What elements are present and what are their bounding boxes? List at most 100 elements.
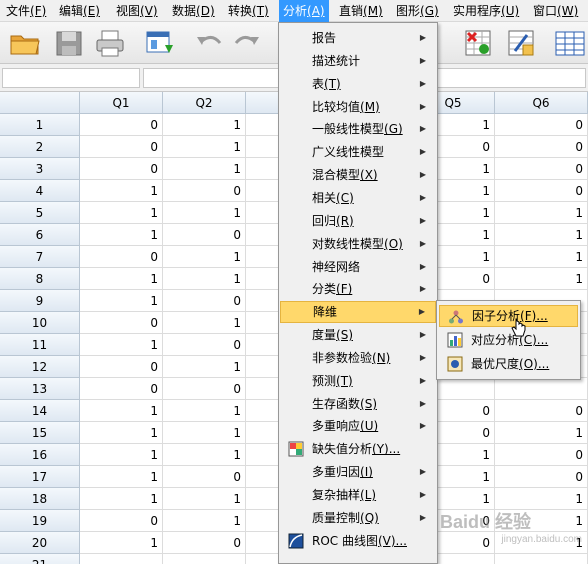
analyze-menu-item[interactable]: 度量(S) ▶ — [280, 324, 436, 346]
grid-cell[interactable]: 1 — [80, 290, 163, 312]
grid-cell[interactable]: 1 — [495, 268, 588, 290]
submenu-item[interactable]: 因子分析(F)... — [439, 305, 578, 327]
grid-cell[interactable]: 1 — [80, 268, 163, 290]
grid-cell[interactable]: 1 — [163, 202, 246, 224]
grid-cell[interactable]: 0 — [495, 114, 588, 136]
menu-analyze[interactable]: 分析(A) — [279, 0, 329, 22]
column-header-q6[interactable]: Q6 — [495, 92, 588, 114]
analyze-menu-item[interactable]: 对数线性模型(O) ▶ — [280, 233, 436, 255]
grid-cell[interactable] — [80, 554, 163, 564]
column-header-q1[interactable]: Q1 — [80, 92, 163, 114]
grid-cell[interactable]: 0 — [80, 114, 163, 136]
grid-cell[interactable]: 0 — [80, 158, 163, 180]
analyze-menu-item[interactable]: 分类(F) ▶ — [280, 278, 436, 300]
menu-transform[interactable]: 转换(T) — [224, 0, 273, 22]
analyze-menu-item[interactable]: 降维 ▶ — [280, 301, 436, 324]
menu-view[interactable]: 视图(V) — [112, 0, 162, 22]
row-header[interactable]: 10 — [0, 312, 80, 334]
grid-cell[interactable]: 1 — [80, 466, 163, 488]
value-labels-icon[interactable] — [552, 27, 586, 59]
grid-cell[interactable]: 0 — [495, 444, 588, 466]
grid-cell[interactable]: 1 — [163, 246, 246, 268]
analyze-menu-item[interactable]: 比较均值(M) ▶ — [280, 96, 436, 118]
row-header[interactable]: 9 — [0, 290, 80, 312]
grid-cell[interactable]: 1 — [495, 488, 588, 510]
undo-icon[interactable] — [192, 27, 226, 59]
grid-cell[interactable]: 0 — [495, 400, 588, 422]
dialog-recall-icon[interactable] — [143, 27, 177, 59]
grid-cell[interactable]: 1 — [80, 224, 163, 246]
row-header[interactable]: 7 — [0, 246, 80, 268]
grid-cell[interactable] — [495, 554, 588, 564]
grid-cell[interactable]: 0 — [163, 290, 246, 312]
grid-cell[interactable]: 0 — [80, 246, 163, 268]
submenu-item[interactable]: 对应分析(C)... — [439, 329, 578, 351]
print-icon[interactable] — [93, 27, 127, 59]
submenu-item[interactable]: 最优尺度(O)... — [439, 353, 578, 375]
grid-cell[interactable]: 1 — [495, 202, 588, 224]
grid-cell[interactable]: 0 — [80, 312, 163, 334]
analyze-menu-item[interactable]: 生存函数(S) ▶ — [280, 393, 436, 415]
grid-cell[interactable]: 1 — [163, 400, 246, 422]
grid-cell[interactable] — [163, 554, 246, 564]
grid-cell[interactable]: 0 — [163, 180, 246, 202]
row-header[interactable]: 21 — [0, 554, 80, 564]
analyze-menu-item[interactable]: 复杂抽样(L) ▶ — [280, 484, 436, 506]
analyze-menu-item[interactable]: 非参数检验(N) ▶ — [280, 347, 436, 369]
row-header[interactable]: 14 — [0, 400, 80, 422]
analyze-menu-item[interactable]: 描述统计 ▶ — [280, 50, 436, 72]
analyze-menu-item[interactable]: 表(T) ▶ — [280, 73, 436, 95]
redo-icon[interactable] — [230, 27, 264, 59]
grid-cell[interactable]: 0 — [80, 356, 163, 378]
analyze-menu-item[interactable]: 神经网络 ▶ — [280, 256, 436, 278]
grid-cell[interactable]: 0 — [80, 378, 163, 400]
grid-cell[interactable]: 1 — [80, 422, 163, 444]
row-header[interactable]: 16 — [0, 444, 80, 466]
grid-cell[interactable]: 1 — [163, 136, 246, 158]
row-header[interactable]: 18 — [0, 488, 80, 510]
row-header[interactable]: 19 — [0, 510, 80, 532]
analyze-menu-item[interactable]: 质量控制(Q) ▶ — [280, 507, 436, 529]
menu-file[interactable]: 文件(F) — [2, 0, 50, 22]
grid-cell[interactable]: 0 — [80, 510, 163, 532]
weight-cases-icon[interactable] — [505, 27, 539, 59]
select-cases-icon[interactable] — [462, 27, 496, 59]
grid-cell[interactable]: 1 — [163, 114, 246, 136]
analyze-menu-item[interactable]: ROC 曲线图(V)... — [280, 530, 436, 552]
grid-cell[interactable]: 0 — [163, 466, 246, 488]
grid-cell[interactable]: 1 — [495, 246, 588, 268]
grid-cell[interactable]: 1 — [80, 202, 163, 224]
grid-cell[interactable]: 1 — [163, 422, 246, 444]
analyze-menu-item[interactable]: 回归(R) ▶ — [280, 210, 436, 232]
grid-cell[interactable]: 1 — [495, 224, 588, 246]
grid-cell[interactable]: 0 — [495, 180, 588, 202]
menu-direct-marketing[interactable]: 直销(M) — [335, 0, 387, 22]
analyze-menu-item[interactable]: 预测(T) ▶ — [280, 370, 436, 392]
grid-cell[interactable]: 0 — [163, 378, 246, 400]
grid-cell[interactable]: 1 — [80, 444, 163, 466]
grid-cell[interactable]: 1 — [163, 268, 246, 290]
analyze-menu-item[interactable]: 相关(C) ▶ — [280, 187, 436, 209]
menu-utilities[interactable]: 实用程序(U) — [449, 0, 523, 22]
analyze-menu-item[interactable]: 多重响应(U) ▶ — [280, 415, 436, 437]
grid-cell[interactable]: 1 — [80, 180, 163, 202]
analyze-menu-item[interactable]: 混合模型(X) ▶ — [280, 164, 436, 186]
grid-cell[interactable]: 1 — [80, 400, 163, 422]
analyze-menu-item[interactable]: 广义线性模型 ▶ — [280, 141, 436, 163]
grid-cell[interactable]: 1 — [495, 422, 588, 444]
grid-cell[interactable]: 0 — [495, 466, 588, 488]
grid-cell[interactable] — [495, 378, 588, 400]
analyze-menu-item[interactable]: 报告 ▶ — [280, 27, 436, 49]
grid-cell[interactable]: 0 — [163, 334, 246, 356]
menu-window[interactable]: 窗口(W) — [529, 0, 582, 22]
save-icon[interactable] — [52, 27, 86, 59]
menu-data[interactable]: 数据(D) — [168, 0, 219, 22]
grid-corner[interactable] — [0, 92, 80, 114]
analyze-menu-item[interactable]: 缺失值分析(Y)... — [280, 438, 436, 460]
menu-edit[interactable]: 编辑(E) — [55, 0, 104, 22]
menu-graphs[interactable]: 图形(G) — [392, 0, 443, 22]
row-header[interactable]: 2 — [0, 136, 80, 158]
grid-cell[interactable]: 1 — [163, 312, 246, 334]
row-header[interactable]: 8 — [0, 268, 80, 290]
analyze-menu-item[interactable]: 一般线性模型(G) ▶ — [280, 118, 436, 140]
